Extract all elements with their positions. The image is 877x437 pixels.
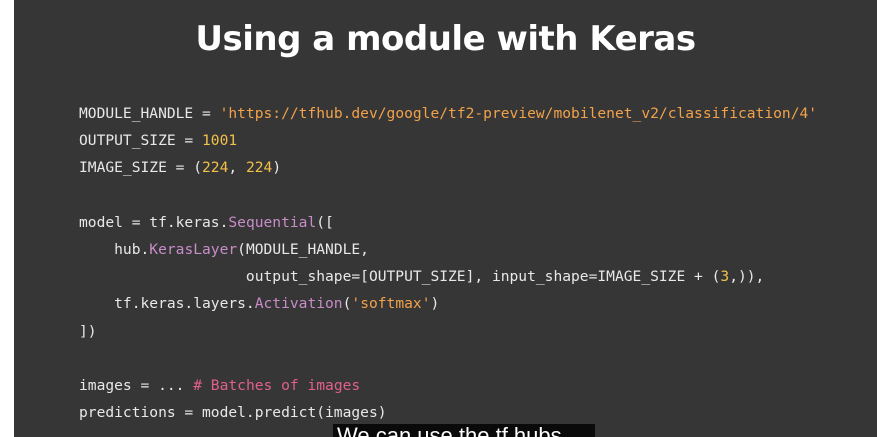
code-token: (MODULE_HANDLE,	[237, 240, 369, 258]
code-token: 224	[202, 159, 229, 177]
slide-title: Using a module with Keras	[195, 19, 696, 59]
code-block: MODULE_HANDLE = 'https://tfhub.dev/googl…	[79, 100, 817, 426]
code-line: ])	[79, 318, 817, 345]
code-line: predictions = model.predict(images)	[79, 399, 817, 426]
code-line: model = tf.keras.Sequential([	[79, 209, 817, 236]
code-line: output_shape=[OUTPUT_SIZE], input_shape=…	[79, 263, 817, 290]
code-token: ,	[228, 159, 246, 177]
code-line: tf.keras.layers.Activation('softmax')	[79, 290, 817, 317]
code-token: ([	[316, 213, 334, 231]
code-token: )	[272, 159, 282, 177]
code-line: images = ... # Batches of images	[79, 372, 817, 399]
code-token: Sequential	[228, 213, 317, 231]
video-frame: Using a module with Keras MODULE_HANDLE …	[0, 0, 877, 437]
code-line: MODULE_HANDLE = 'https://tfhub.dev/googl…	[79, 100, 817, 127]
code-token: hub.	[79, 240, 150, 258]
code-line: OUTPUT_SIZE = 1001	[79, 127, 817, 154]
code-token: IMAGE_SIZE = (	[79, 159, 203, 177]
code-token: KerasLayer	[149, 240, 238, 258]
presentation-slide: Using a module with Keras MODULE_HANDLE …	[14, 0, 877, 437]
code-token: ])	[79, 322, 97, 340]
code-line: IMAGE_SIZE = (224, 224)	[79, 154, 817, 181]
code-token: tf.keras.layers.	[79, 295, 255, 313]
code-token: MODULE_HANDLE =	[79, 105, 220, 122]
code-token: output_shape=[OUTPUT_SIZE], input_shape=…	[79, 268, 721, 286]
subtitle-caption: We can use the tf.hubs	[333, 424, 595, 437]
code-token: OUTPUT_SIZE =	[79, 132, 203, 150]
code-token: 'https://tfhub.dev/google/tf2-preview/mo…	[219, 105, 818, 122]
code-token: images = ...	[79, 376, 194, 394]
caption-text: We can use the tf.hubs	[337, 424, 562, 437]
code-line: hub.KerasLayer(MODULE_HANDLE,	[79, 236, 817, 263]
code-token: 224	[245, 159, 273, 177]
code-token: predictions = model.predict(images)	[79, 404, 387, 422]
code-token: )	[430, 295, 440, 313]
code-token: 3	[720, 268, 730, 286]
code-token: # Batches of images	[193, 376, 361, 394]
code-token: Activation	[254, 295, 343, 313]
code-token: 'softmax'	[351, 295, 431, 313]
code-token: model = tf.keras.	[79, 213, 229, 231]
code-token: ,)),	[729, 268, 765, 286]
code-token: 1001	[202, 132, 238, 150]
